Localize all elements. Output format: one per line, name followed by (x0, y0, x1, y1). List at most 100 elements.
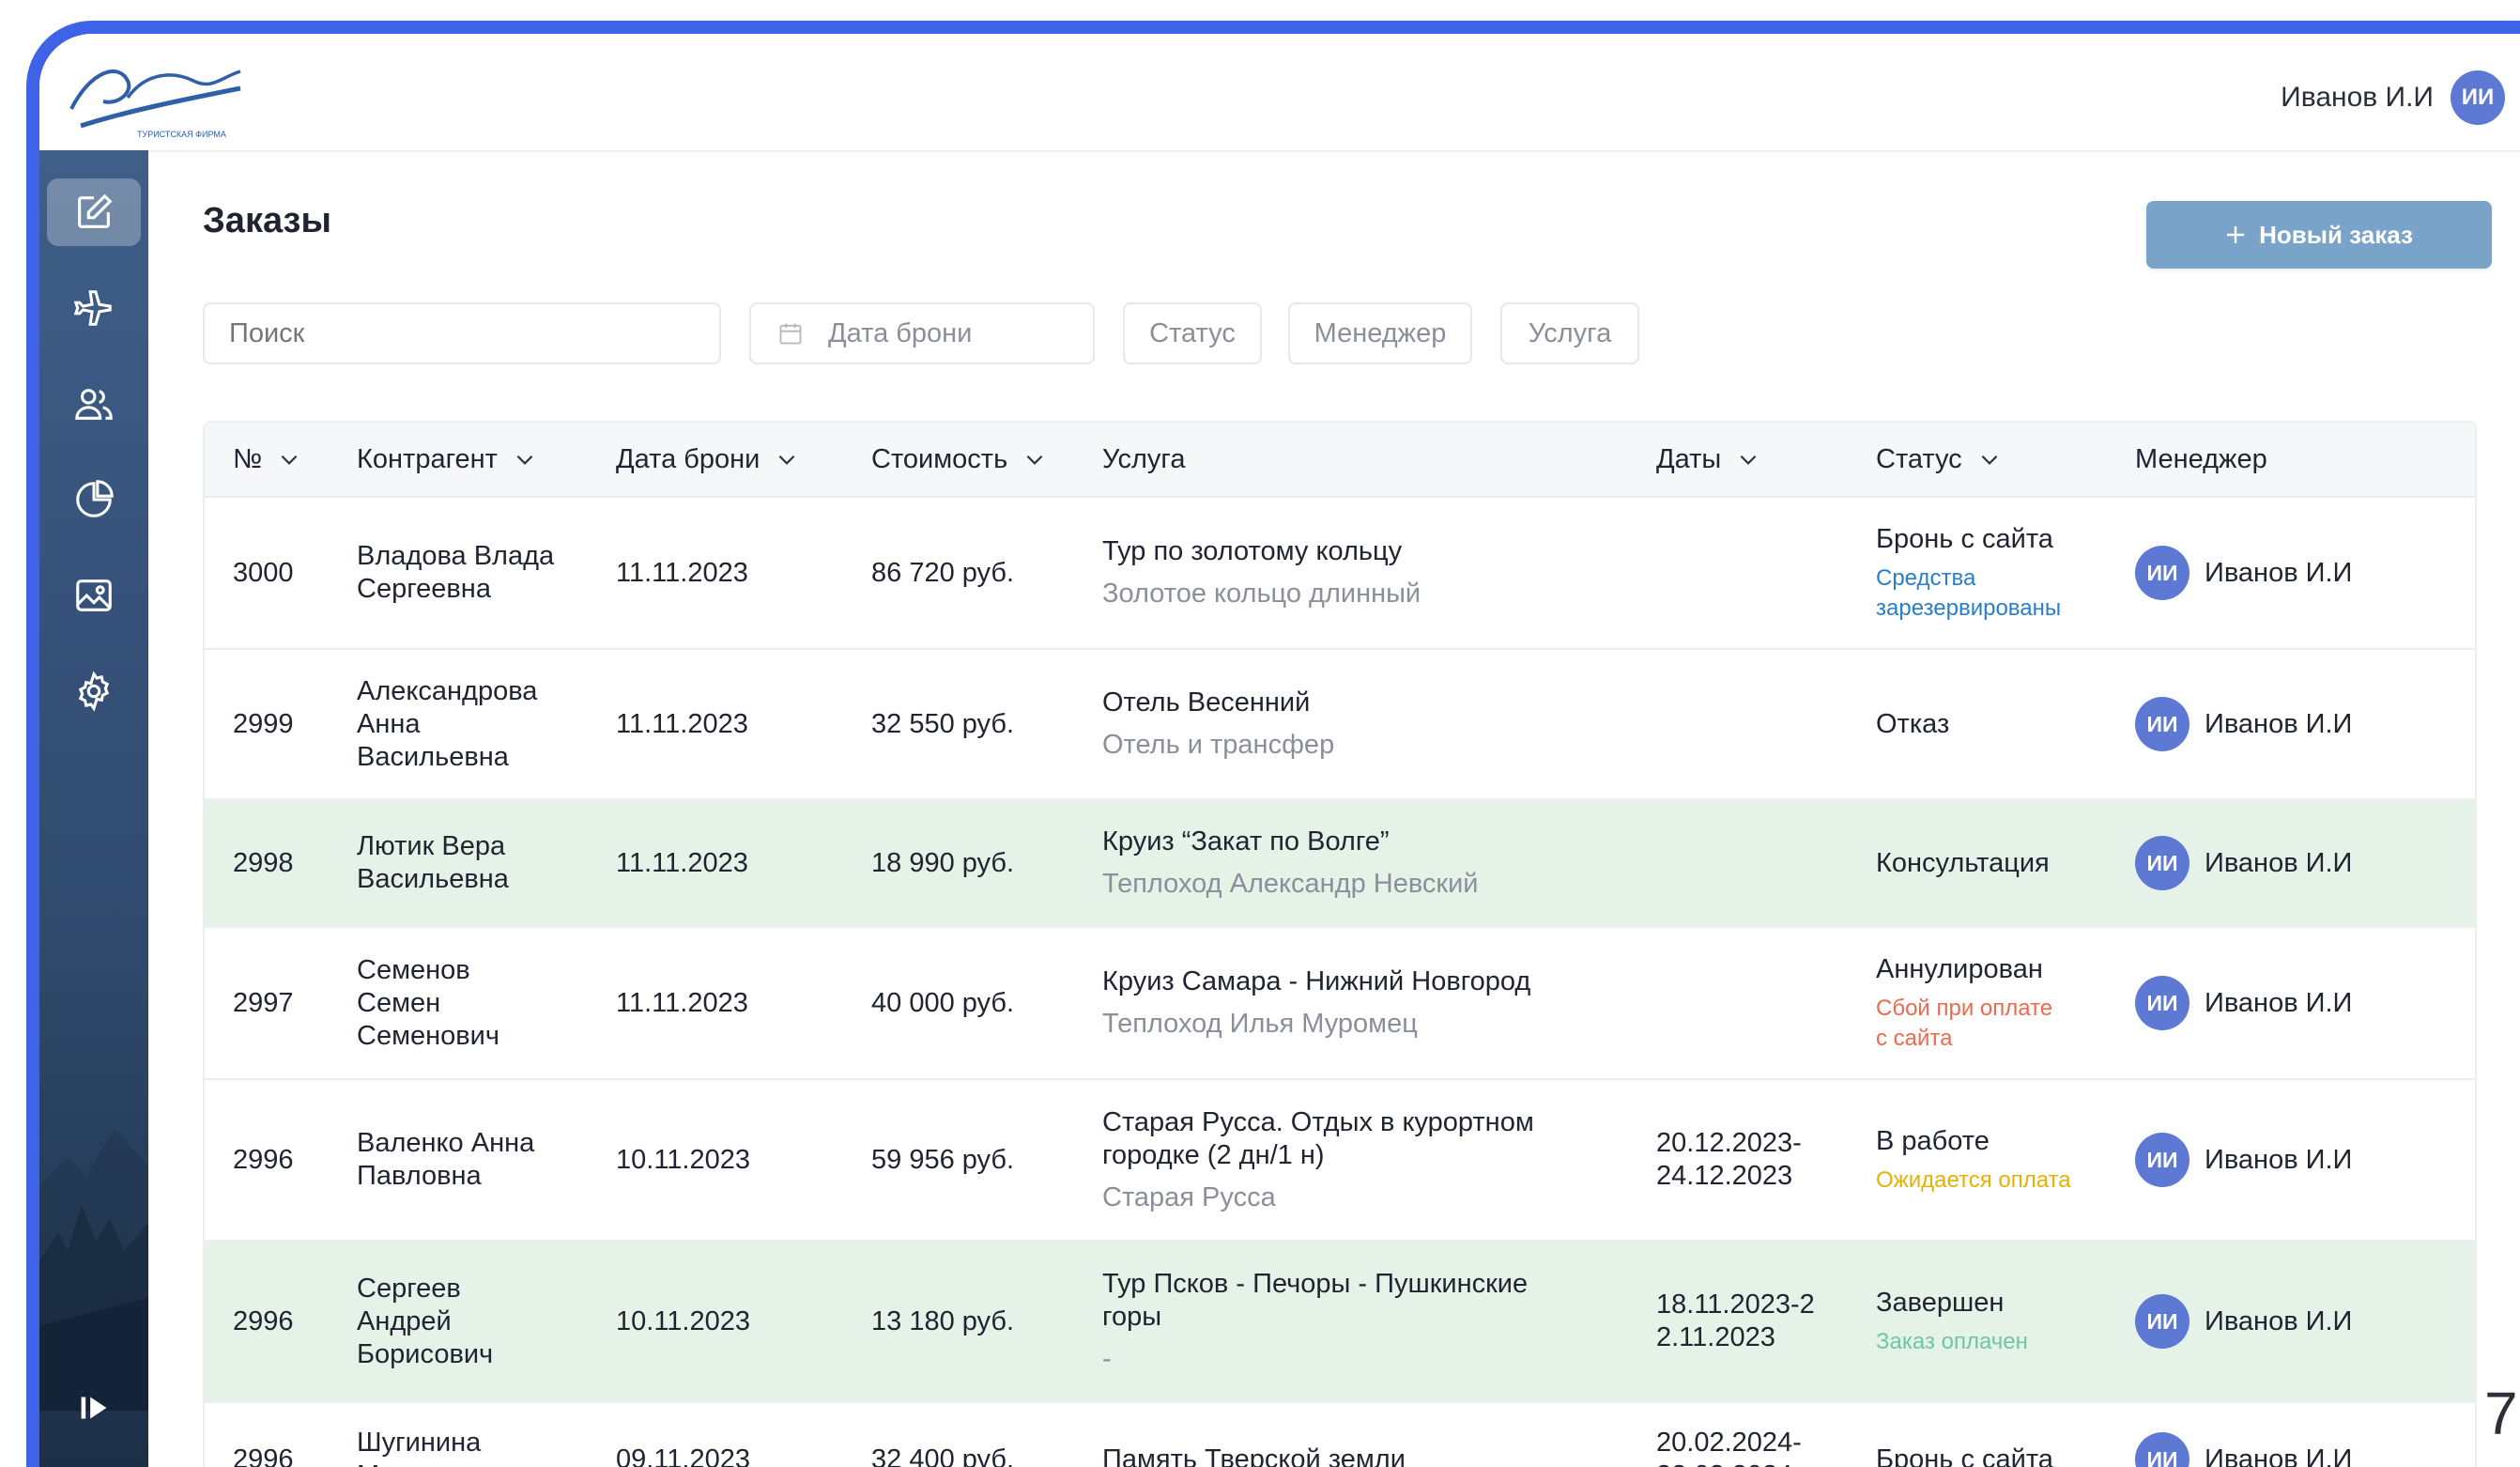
client-name: СеменовСеменСеменович (357, 954, 499, 1053)
sidebar-item-settings[interactable] (47, 657, 141, 725)
sidebar-item-gallery[interactable] (47, 562, 141, 629)
manager-cell[interactable]: ИИИванов И.И (2135, 1294, 2352, 1349)
trip-dates: 18.11.2023-22.11.2023 (1656, 1289, 1815, 1354)
order-cost: 13 180 руб. (871, 1305, 1014, 1338)
airplane-icon (72, 286, 115, 330)
service-cell: Старая Русса. Отдых в курортномгородке (… (1102, 1106, 1534, 1214)
table-row[interactable]: 2996ШугининаМария09.11.202332 400 руб.Па… (205, 1403, 2475, 1467)
manager-cell[interactable]: ИИИванов И.И (2135, 836, 2352, 890)
column-header-cost[interactable]: Стоимость (871, 423, 1047, 496)
order-cost: 32 400 руб. (871, 1444, 1014, 1467)
client-name-line: Шугинина (357, 1427, 481, 1459)
table-row[interactable]: 2996Валенко АннаПавловна10.11.202359 956… (205, 1080, 2475, 1242)
column-header-label: Дата брони (616, 444, 760, 475)
sidebar-item-tours[interactable] (47, 274, 141, 342)
search-input[interactable] (205, 318, 719, 349)
service-title: городке (2 дн/1 н) (1102, 1139, 1534, 1172)
column-header-dates[interactable]: Даты (1656, 423, 1760, 496)
app-window: ТУРИСТСКАЯ ФИРМА Иванов И.И ИИ (26, 21, 2520, 1467)
column-header-client[interactable]: Контрагент (357, 423, 537, 496)
sidebar-item-reports[interactable] (47, 466, 141, 533)
chevron-down-icon (513, 447, 537, 471)
sidebar-item-orders[interactable] (47, 178, 141, 246)
order-cost: 32 550 руб. (871, 708, 1014, 741)
chevron-down-icon (1977, 447, 2002, 471)
status-label: Отказ (1876, 708, 1949, 741)
manager-filter[interactable]: Менеджер (1288, 302, 1472, 364)
table-row[interactable]: 3000Владова ВладаСергеевна11.11.202386 7… (205, 498, 2475, 650)
avatar: ИИ (2135, 1432, 2190, 1467)
service-filter[interactable]: Услуга (1500, 302, 1639, 364)
status-cell: Бронь с сайтаСредствазарезервированы (1876, 523, 2061, 624)
column-header-manager: Менеджер (2135, 423, 2267, 496)
client-name-line: Владова Влада (357, 540, 554, 573)
column-header-booking-date[interactable]: Дата брони (616, 423, 799, 496)
status-filter-label: Статус (1149, 318, 1236, 349)
order-number: 2998 (233, 847, 294, 880)
manager-cell[interactable]: ИИ Иванов И.И (2135, 697, 2352, 751)
mountain-decoration (39, 1016, 148, 1411)
manager-cell[interactable]: ИИИванов И.И (2135, 1432, 2352, 1467)
status-label: Завершен (1876, 1287, 2028, 1320)
column-header-label: Статус (1876, 444, 1962, 475)
status-detail-line: с сайта (1876, 1024, 2052, 1054)
table-row[interactable]: 2997СеменовСеменСеменович11.11.202340 00… (205, 928, 2475, 1080)
order-number: 2997 (233, 987, 294, 1020)
manager-name: Иванов И.И (2205, 1145, 2352, 1176)
manager-name: Иванов И.И (2205, 988, 2352, 1019)
user-menu[interactable]: Иванов И.И ИИ (2281, 71, 2505, 124)
status-filter[interactable]: Статус (1123, 302, 1262, 364)
manager-cell[interactable]: ИИИванов И.И (2135, 546, 2352, 600)
booking-date: 10.11.2023 (616, 1144, 750, 1177)
gear-icon (72, 670, 115, 713)
trip-dates-line: 20.12.2023- (1656, 1127, 1802, 1160)
trip-dates-line: 18.11.2023-2 (1656, 1289, 1815, 1321)
client-name-line: Анна (357, 708, 537, 741)
service-cell: Круиз “Закат по Волге”Теплоход Александр… (1102, 826, 1479, 901)
table-row[interactable]: 2996СергеевАндрейБорисович10.11.202313 1… (205, 1242, 2475, 1403)
company-logo[interactable]: ТУРИСТСКАЯ ФИРМА (62, 43, 250, 141)
service-title: Круиз “Закат по Волге” (1102, 826, 1479, 858)
column-header-num[interactable]: № (233, 423, 301, 496)
new-order-button[interactable]: Новый заказ (2146, 201, 2492, 269)
search-field[interactable] (203, 302, 721, 364)
service-title: Тур Псков - Печоры - Пушкинские (1102, 1268, 1528, 1301)
booking-date: 11.11.2023 (616, 708, 748, 741)
avatar[interactable]: ИИ (2451, 70, 2505, 125)
booking-date-filter[interactable]: Дата брони (749, 302, 1095, 364)
column-header-label: Контрагент (357, 444, 498, 475)
sidebar-item-clients[interactable] (47, 370, 141, 438)
client-name: АлександроваАннаВасильевна (357, 675, 537, 774)
service-cell: Память Тверской земли (1102, 1444, 1406, 1467)
status-label: В работе (1876, 1125, 2071, 1158)
table-row[interactable]: 2999АлександроваАннаВасильевна11.11.2023… (205, 650, 2475, 800)
booking-date: 09.11.2023 (616, 1444, 750, 1467)
manager-cell[interactable]: ИИИванов И.И (2135, 976, 2352, 1030)
sidebar-expand-button[interactable] (47, 1374, 141, 1442)
avatar: ИИ (2135, 836, 2190, 890)
page-title: Заказы (203, 201, 331, 241)
top-bar: ТУРИСТСКАЯ ФИРМА Иванов И.И ИИ (39, 34, 2520, 152)
manager-cell[interactable]: ИИИванов И.И (2135, 1133, 2352, 1187)
trip-dates-line: 20.02.2024- (1656, 1427, 1802, 1459)
status-label: Бронь с сайта (1876, 523, 2061, 556)
client-name-line: Лютик Вера (357, 830, 509, 863)
client-name-line: Сергеевна (357, 573, 554, 606)
client-name-line: Валенко Анна (357, 1127, 534, 1160)
order-number: 3000 (233, 557, 294, 590)
expand-sidebar-icon (72, 1386, 115, 1429)
trip-dates-line: 2.11.2023 (1656, 1321, 1815, 1354)
table-header: № Контрагент Дата брони Стоимость Услуга (205, 423, 2475, 498)
client-name-line: Павловна (357, 1160, 534, 1193)
avatar: ИИ (2135, 546, 2190, 600)
order-cost: 18 990 руб. (871, 847, 1014, 880)
avatar: ИИ (2135, 697, 2190, 751)
plus-icon (2225, 224, 2246, 245)
pie-chart-icon (72, 478, 115, 521)
slide-number: 7 (2484, 1379, 2518, 1448)
orders-table: № Контрагент Дата брони Стоимость Услуга (203, 421, 2477, 1467)
manager-name: Иванов И.И (2205, 709, 2352, 740)
column-header-status[interactable]: Статус (1876, 423, 2002, 496)
table-row[interactable]: 2998Лютик ВераВасильевна11.11.202318 990… (205, 800, 2475, 928)
manager-name: Иванов И.И (2205, 1306, 2352, 1337)
